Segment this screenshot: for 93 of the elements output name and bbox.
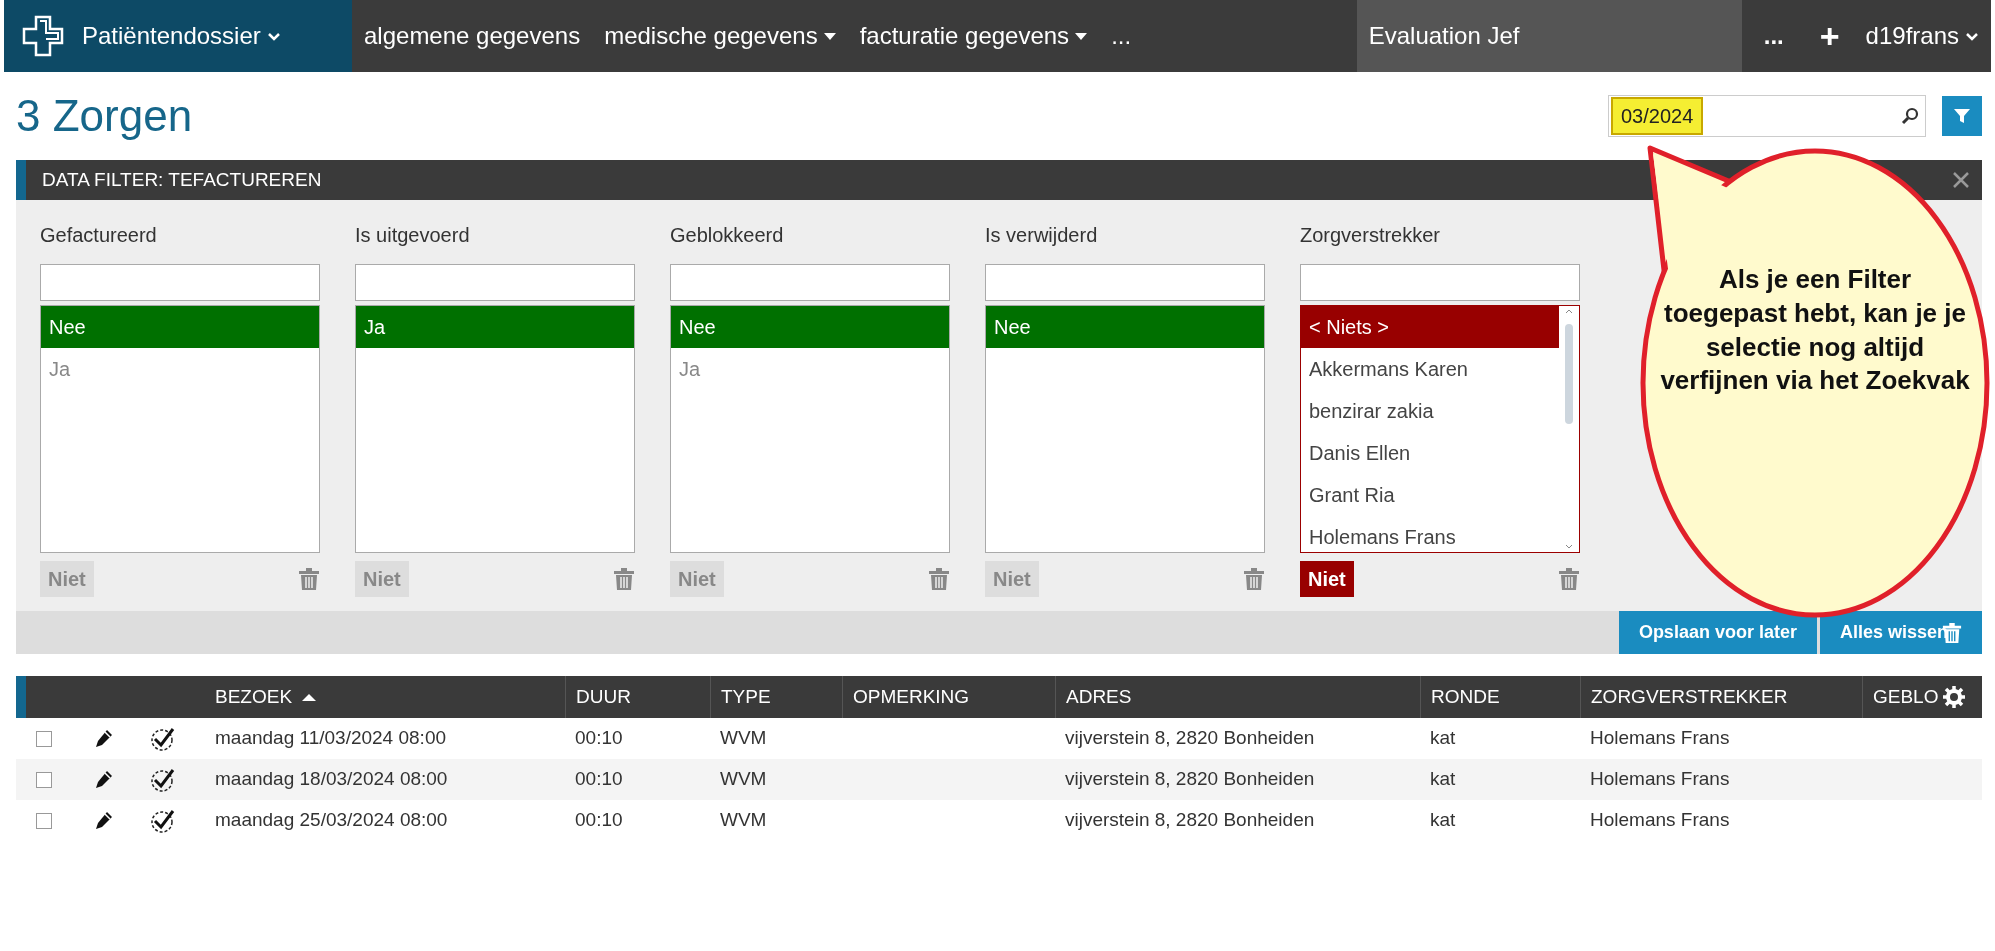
filter-option[interactable]: Akkermans Karen bbox=[1301, 348, 1559, 390]
search-field[interactable]: 03/2024 bbox=[1608, 95, 1926, 137]
cross-logo-icon[interactable] bbox=[22, 15, 64, 57]
checkbox[interactable] bbox=[36, 771, 52, 788]
filter-label: Geblokkeerd bbox=[670, 223, 785, 248]
filter-label: Is uitgevoerd bbox=[355, 223, 471, 248]
callout-text: Als je een Filter toegepast hebt, kan je je selectie nog altijd verfijnen via het Zoekvak bbox=[1660, 263, 1970, 398]
patient-name: Evaluation Jef bbox=[1356, 0, 1742, 72]
check-icon[interactable] bbox=[150, 725, 176, 752]
filter-option[interactable]: Nee bbox=[671, 306, 949, 348]
trash-icon[interactable] bbox=[613, 567, 635, 591]
column-header[interactable]: ADRES bbox=[1055, 676, 1420, 718]
trash-icon[interactable] bbox=[298, 567, 320, 591]
table-cell-text: Holemans Frans bbox=[1590, 726, 1730, 751]
filter-list[interactable]: < Niets > Akkermans Karen benzirar zakia Danis Ellen Grant Ria Holemans Frans bbox=[1300, 305, 1580, 553]
table-cell-text: WVM bbox=[720, 808, 767, 833]
chevron-down-icon bbox=[1965, 30, 1979, 42]
filter-option[interactable]: Holemans Frans bbox=[1301, 516, 1559, 552]
table-cell-text: Holemans Frans bbox=[1590, 767, 1730, 792]
pencil-icon[interactable] bbox=[95, 769, 113, 790]
filter-input[interactable] bbox=[40, 264, 320, 301]
filter-label: Gefactureerd bbox=[40, 223, 158, 248]
check-icon[interactable] bbox=[150, 766, 176, 793]
more-button[interactable]: ... bbox=[1741, 0, 1806, 72]
column-header[interactable]: DUUR bbox=[565, 676, 710, 718]
table-cell-text: maandag 18/03/2024 08:00 bbox=[215, 767, 448, 792]
table-cell-text: kat bbox=[1430, 726, 1456, 751]
table-cell-text: 00:10 bbox=[575, 767, 623, 792]
filter-option[interactable]: < Niets > bbox=[1301, 306, 1559, 348]
pencil-icon[interactable] bbox=[95, 728, 113, 749]
trash-icon[interactable] bbox=[1243, 567, 1265, 591]
column-header[interactable]: OPMERKING bbox=[842, 676, 1055, 718]
search-icon[interactable] bbox=[1901, 107, 1919, 125]
filter-option[interactable]: Nee bbox=[41, 306, 319, 348]
save-button[interactable]: Opslaan voor later bbox=[1618, 611, 1817, 654]
filter-option[interactable]: Ja bbox=[671, 348, 949, 390]
table-cell-text: maandag 25/03/2024 08:00 bbox=[215, 808, 448, 833]
table-cell-text: WVM bbox=[720, 767, 767, 792]
table-cell-text: maandag 11/03/2024 08:00 bbox=[215, 726, 446, 751]
filter-list[interactable]: Nee Ja bbox=[670, 305, 950, 553]
check-icon[interactable] bbox=[150, 807, 176, 834]
table-cell-text: 00:10 bbox=[575, 808, 623, 833]
column-header[interactable]: GEBLO bbox=[1862, 676, 1992, 718]
filter-option[interactable]: Grant Ria bbox=[1301, 474, 1559, 516]
table-cell-text: vijverstein 8, 2820 Bonheiden bbox=[1065, 767, 1315, 792]
filter-label: Zorgverstrekker bbox=[1300, 223, 1442, 248]
page-title: 3 Zorgen bbox=[15, 94, 193, 138]
table-cell-text: vijverstein 8, 2820 Bonheiden bbox=[1065, 808, 1315, 833]
caret-down-icon bbox=[1075, 31, 1088, 41]
filter-label: Is verwijderd bbox=[985, 223, 1099, 248]
table-cell-text: kat bbox=[1430, 767, 1456, 792]
table-cell-text: WVM bbox=[720, 726, 767, 751]
filter-input[interactable] bbox=[355, 264, 635, 301]
checkbox[interactable] bbox=[36, 812, 52, 829]
filter-input[interactable] bbox=[670, 264, 950, 301]
add-button[interactable]: + bbox=[1805, 0, 1854, 72]
table-cell-text: Holemans Frans bbox=[1590, 808, 1730, 833]
filter-option[interactable]: Danis Ellen bbox=[1301, 432, 1559, 474]
filter-list[interactable]: Nee bbox=[985, 305, 1265, 553]
column-header[interactable]: TYPE bbox=[710, 676, 842, 718]
pencil-icon[interactable] bbox=[95, 810, 113, 831]
niet-button[interactable]: Niet bbox=[1300, 561, 1354, 597]
filter-option[interactable]: Ja bbox=[41, 348, 319, 390]
user-menu[interactable]: d19frans bbox=[1853, 0, 1991, 72]
filter-option[interactable]: benzirar zakia bbox=[1301, 390, 1559, 432]
filter-input[interactable] bbox=[1300, 264, 1580, 301]
nav-menu[interactable]: facturatie gegevens bbox=[847, 0, 1100, 72]
close-icon[interactable] bbox=[1952, 171, 1970, 189]
column-header[interactable]: RONDE bbox=[1420, 676, 1580, 718]
filter-button[interactable] bbox=[1942, 96, 1982, 136]
column-header[interactable]: BEZOEK bbox=[205, 676, 565, 718]
nav-menu[interactable]: medische gegevens bbox=[592, 0, 848, 72]
clear-all-button[interactable]: Alles wissen bbox=[1819, 611, 1982, 654]
trash-icon[interactable] bbox=[1558, 567, 1580, 591]
filter-option[interactable]: Nee bbox=[986, 306, 1264, 348]
nav-menu[interactable]: ... bbox=[1099, 0, 1144, 72]
filter-list[interactable]: Ja bbox=[355, 305, 635, 553]
filter-icon bbox=[1953, 107, 1971, 125]
chevron-down-icon bbox=[266, 30, 281, 42]
filter-input[interactable] bbox=[985, 264, 1265, 301]
table-cell-text: kat bbox=[1430, 808, 1456, 833]
checkbox[interactable] bbox=[36, 730, 52, 747]
caret-down-icon bbox=[823, 31, 836, 41]
filter-title: DATA FILTER: TEFACTUREREN bbox=[42, 167, 322, 192]
sort-icon bbox=[302, 691, 317, 703]
nav-menu[interactable]: algemene gegevens bbox=[352, 0, 593, 72]
column-header[interactable]: ZORGVERSTREKKER bbox=[1580, 676, 1862, 718]
settings-icon[interactable] bbox=[1942, 685, 1967, 709]
table-cell-text: vijverstein 8, 2820 Bonheiden bbox=[1065, 726, 1315, 751]
filter-option[interactable]: Ja bbox=[356, 306, 634, 348]
table-cell-text: 00:10 bbox=[575, 726, 623, 751]
filter-list[interactable]: Nee Ja bbox=[40, 305, 320, 553]
trash-icon[interactable] bbox=[928, 567, 950, 591]
